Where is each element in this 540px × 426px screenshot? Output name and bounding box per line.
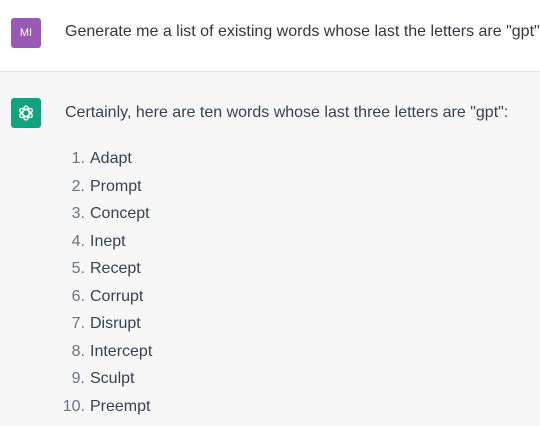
list-item: 8. Intercept bbox=[53, 338, 153, 366]
assistant-avatar bbox=[11, 98, 41, 128]
list-item: 5. Recept bbox=[53, 255, 152, 283]
assistant-intro-text: Certainly, here are ten words whose last… bbox=[65, 104, 509, 121]
list-item-word: Recept bbox=[90, 260, 141, 278]
list-item: 4. Inept bbox=[53, 228, 152, 256]
user-message-row: MI Generate me a list of existing words … bbox=[0, 0, 540, 72]
list-item: 7. Disrupt bbox=[53, 310, 152, 338]
list-item-word: Preempt bbox=[90, 397, 151, 415]
openai-logo-icon bbox=[19, 105, 33, 121]
list-item-number: 6. bbox=[71, 287, 85, 305]
word-list: 1. Adapt 2. Prompt 3. Concept 4. Inept 5. Rec… bbox=[53, 145, 153, 421]
list-item: 1. Adapt bbox=[53, 145, 152, 173]
list-item-number: 9. bbox=[71, 370, 85, 388]
user-message-text: Generate me a list of existing words who… bbox=[65, 23, 540, 40]
list-item-number: 7. bbox=[71, 315, 85, 333]
list-item-number: 4. bbox=[71, 232, 85, 250]
list-item: 10. Preempt bbox=[53, 393, 152, 421]
list-item: 6. Corrupt bbox=[53, 283, 152, 311]
list-item-number: 3. bbox=[71, 205, 85, 223]
list-item-word: Sculpt bbox=[90, 370, 135, 388]
list-item-word: Corrupt bbox=[90, 287, 144, 305]
list-item: 2. Prompt bbox=[53, 173, 152, 201]
list-item-word: Disrupt bbox=[90, 315, 141, 333]
list-item-word: Concept bbox=[90, 205, 150, 223]
user-avatar: MI bbox=[11, 18, 41, 48]
list-item-number: 8. bbox=[71, 342, 85, 360]
list-item-number: 10. bbox=[62, 397, 85, 415]
list-item-word: Adapt bbox=[90, 150, 132, 167]
list-item: 9. Sculpt bbox=[53, 365, 152, 393]
list-item-number: 1. bbox=[71, 150, 85, 167]
list-item-word: Intercept bbox=[90, 342, 153, 360]
assistant-message-row: Certainly, here are ten words whose last… bbox=[0, 72, 540, 426]
list-item-word: Inept bbox=[90, 232, 126, 250]
list-item-word: Prompt bbox=[90, 177, 142, 195]
list-item-number: 5. bbox=[71, 260, 85, 278]
list-item: 3. Concept bbox=[53, 200, 152, 228]
list-item-number: 2. bbox=[71, 177, 85, 195]
